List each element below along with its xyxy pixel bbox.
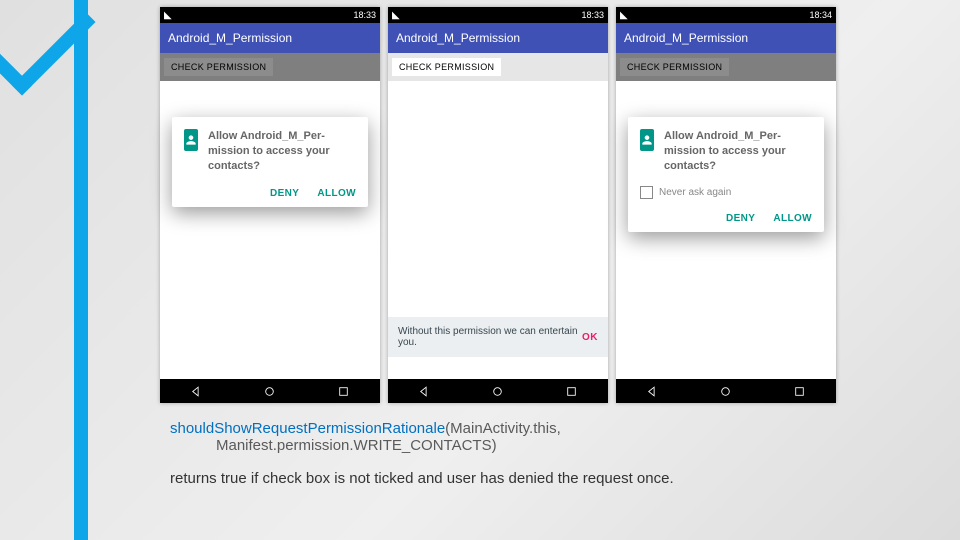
deny-button[interactable]: DENY [726,213,755,224]
phone-2: ◣ 18:33 Android_M_Permission CHECK PERMI… [388,7,608,403]
status-bar: ◣ 18:33 [160,7,380,23]
dialog-text: Allow Android_M_Per-mission to access yo… [664,129,812,174]
checkbox-icon[interactable] [640,186,653,199]
code-line: shouldShowRequestPermissionRationale(Mai… [170,420,850,454]
recent-icon[interactable] [793,385,806,398]
method-args-1: (MainActivity.this, [445,420,561,437]
action-bar: CHECK PERMISSION [160,53,380,81]
permission-dialog: Allow Android_M_Per-mission to access yo… [628,117,824,232]
home-icon[interactable] [263,385,276,398]
phone-row: ◣ 18:33 Android_M_Permission CHECK PERMI… [160,7,836,403]
status-time: 18:33 [353,10,376,20]
check-permission-button[interactable]: CHECK PERMISSION [163,57,274,77]
contacts-icon [640,129,654,151]
app-title-bar: Android_M_Permission [388,23,608,53]
messaging-icon: ◣ [392,10,400,21]
back-icon[interactable] [646,385,659,398]
recent-icon[interactable] [565,385,578,398]
phone-1: ◣ 18:33 Android_M_Permission CHECK PERMI… [160,7,380,403]
phone-body: Without this permission we can entertain… [388,81,608,379]
check-permission-button[interactable]: CHECK PERMISSION [391,57,502,77]
nav-bar [388,379,608,403]
check-permission-button[interactable]: CHECK PERMISSION [619,57,730,77]
never-ask-label: Never ask again [659,187,731,198]
recent-icon[interactable] [337,385,350,398]
status-bar: ◣ 18:34 [616,7,836,23]
caption-desc: returns true if check box is not ticked … [170,470,850,487]
phone-3: ◣ 18:34 Android_M_Permission CHECK PERMI… [616,7,836,403]
method-name: shouldShowRequestPermissionRationale [170,420,445,437]
nav-bar [160,379,380,403]
snackbar: Without this permission we can entertain… [388,317,608,357]
accent-bar [74,0,88,540]
messaging-icon: ◣ [164,10,172,21]
status-time: 18:33 [581,10,604,20]
back-icon[interactable] [418,385,431,398]
nav-bar [616,379,836,403]
method-args-2: Manifest.permission.WRITE_CONTACTS) [216,437,850,454]
action-bar: CHECK PERMISSION [388,53,608,81]
app-title: Android_M_Permission [624,31,748,45]
home-icon[interactable] [491,385,504,398]
app-title: Android_M_Permission [396,31,520,45]
caption-block: shouldShowRequestPermissionRationale(Mai… [170,420,850,487]
action-bar: CHECK PERMISSION [616,53,836,81]
app-title-bar: Android_M_Permission [616,23,836,53]
snackbar-ok-button[interactable]: OK [582,332,598,343]
messaging-icon: ◣ [620,10,628,21]
status-bar: ◣ 18:33 [388,7,608,23]
app-title: Android_M_Permission [168,31,292,45]
never-ask-row[interactable]: Never ask again [640,186,812,199]
back-icon[interactable] [190,385,203,398]
status-time: 18:34 [809,10,832,20]
home-icon[interactable] [719,385,732,398]
allow-button[interactable]: ALLOW [317,188,356,199]
deny-button[interactable]: DENY [270,188,299,199]
allow-button[interactable]: ALLOW [773,213,812,224]
snackbar-text: Without this permission we can entertain… [398,326,582,348]
dialog-text: Allow Android_M_Per-mission to access yo… [208,129,356,174]
contacts-icon [184,129,198,151]
slide: ◣ 18:33 Android_M_Permission CHECK PERMI… [0,0,960,540]
permission-dialog: Allow Android_M_Per-mission to access yo… [172,117,368,207]
app-title-bar: Android_M_Permission [160,23,380,53]
